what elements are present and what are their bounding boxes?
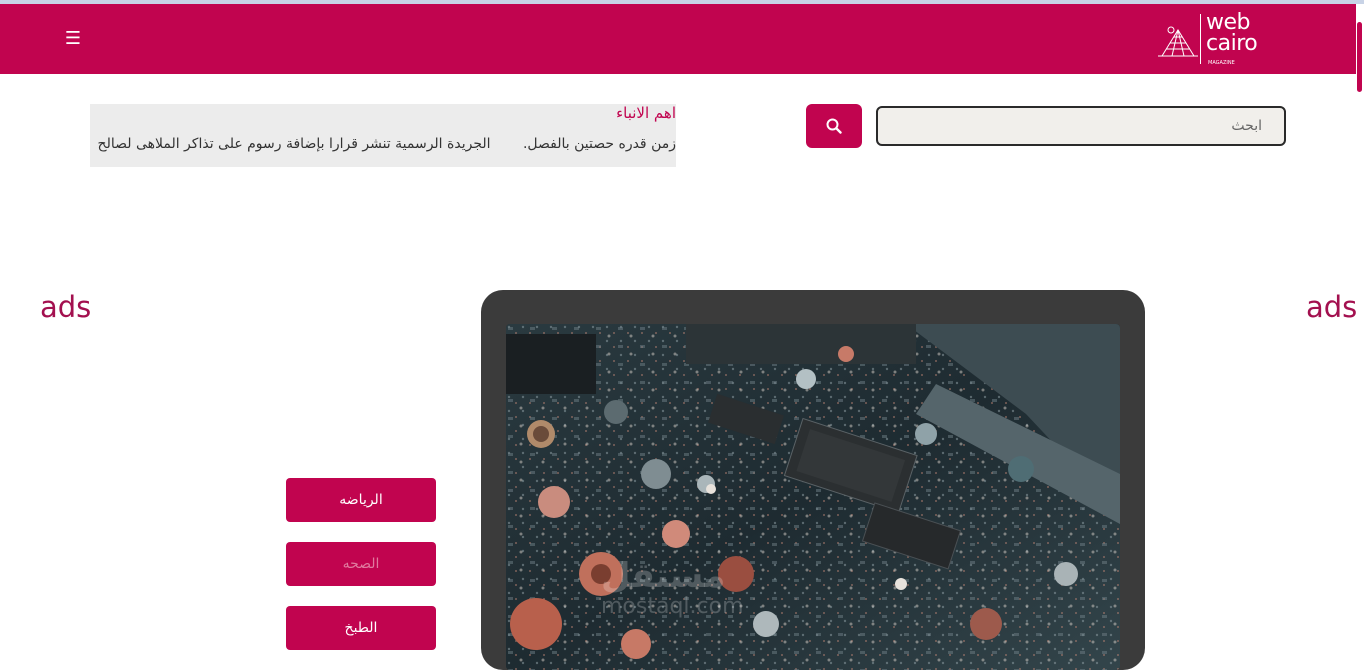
site-header: ☰ web cairo MAGAZINE (0, 4, 1356, 74)
category-button-cooking[interactable]: الطبخ (286, 606, 436, 650)
ads-label-right: ads (1306, 290, 1358, 324)
logo-wordmark: web cairo (1206, 10, 1258, 56)
logo-subtitle: MAGAZINE (1208, 60, 1235, 66)
ads-label-left: ads (40, 290, 92, 324)
watermark-latin: mostaql.com (601, 594, 744, 619)
news-title: اهم الانباء (616, 104, 676, 122)
hamburger-menu-icon[interactable]: ☰ (60, 24, 86, 54)
logo-line-cairo: cairo (1206, 31, 1258, 56)
watermark-arabic: مستقل (601, 556, 726, 596)
circuit-board-image: مستقل mostaql.com (506, 324, 1120, 670)
news-ticker-box: اهم الانباء زمن قدره حصتين بالفصل. الجري… (90, 104, 676, 167)
pyramid-logo-icon (1158, 26, 1198, 57)
logo-line-web: web (1206, 10, 1251, 35)
news-ticker[interactable]: زمن قدره حصتين بالفصل. الجريدة الرسمية ت… (90, 136, 676, 152)
news-item[interactable]: الجريدة الرسمية تنشر قرارا بإضافة رسوم ع… (98, 136, 491, 152)
laptop-frame: مستقل mostaql.com (481, 290, 1145, 670)
search-icon (826, 118, 842, 134)
category-button-sports[interactable]: الرياضه (286, 478, 436, 522)
circuit-board-illustration (506, 324, 1120, 670)
news-item[interactable]: زمن قدره حصتين بالفصل. (523, 136, 676, 152)
search-input[interactable] (876, 106, 1286, 146)
scrollbar-thumb[interactable] (1357, 22, 1362, 92)
watermark: مستقل mostaql.com (601, 556, 744, 619)
logo-divider (1200, 14, 1201, 64)
site-logo[interactable]: web cairo MAGAZINE (1158, 10, 1268, 70)
category-button-health[interactable]: الصحه (286, 542, 436, 586)
search-button[interactable] (806, 104, 862, 148)
